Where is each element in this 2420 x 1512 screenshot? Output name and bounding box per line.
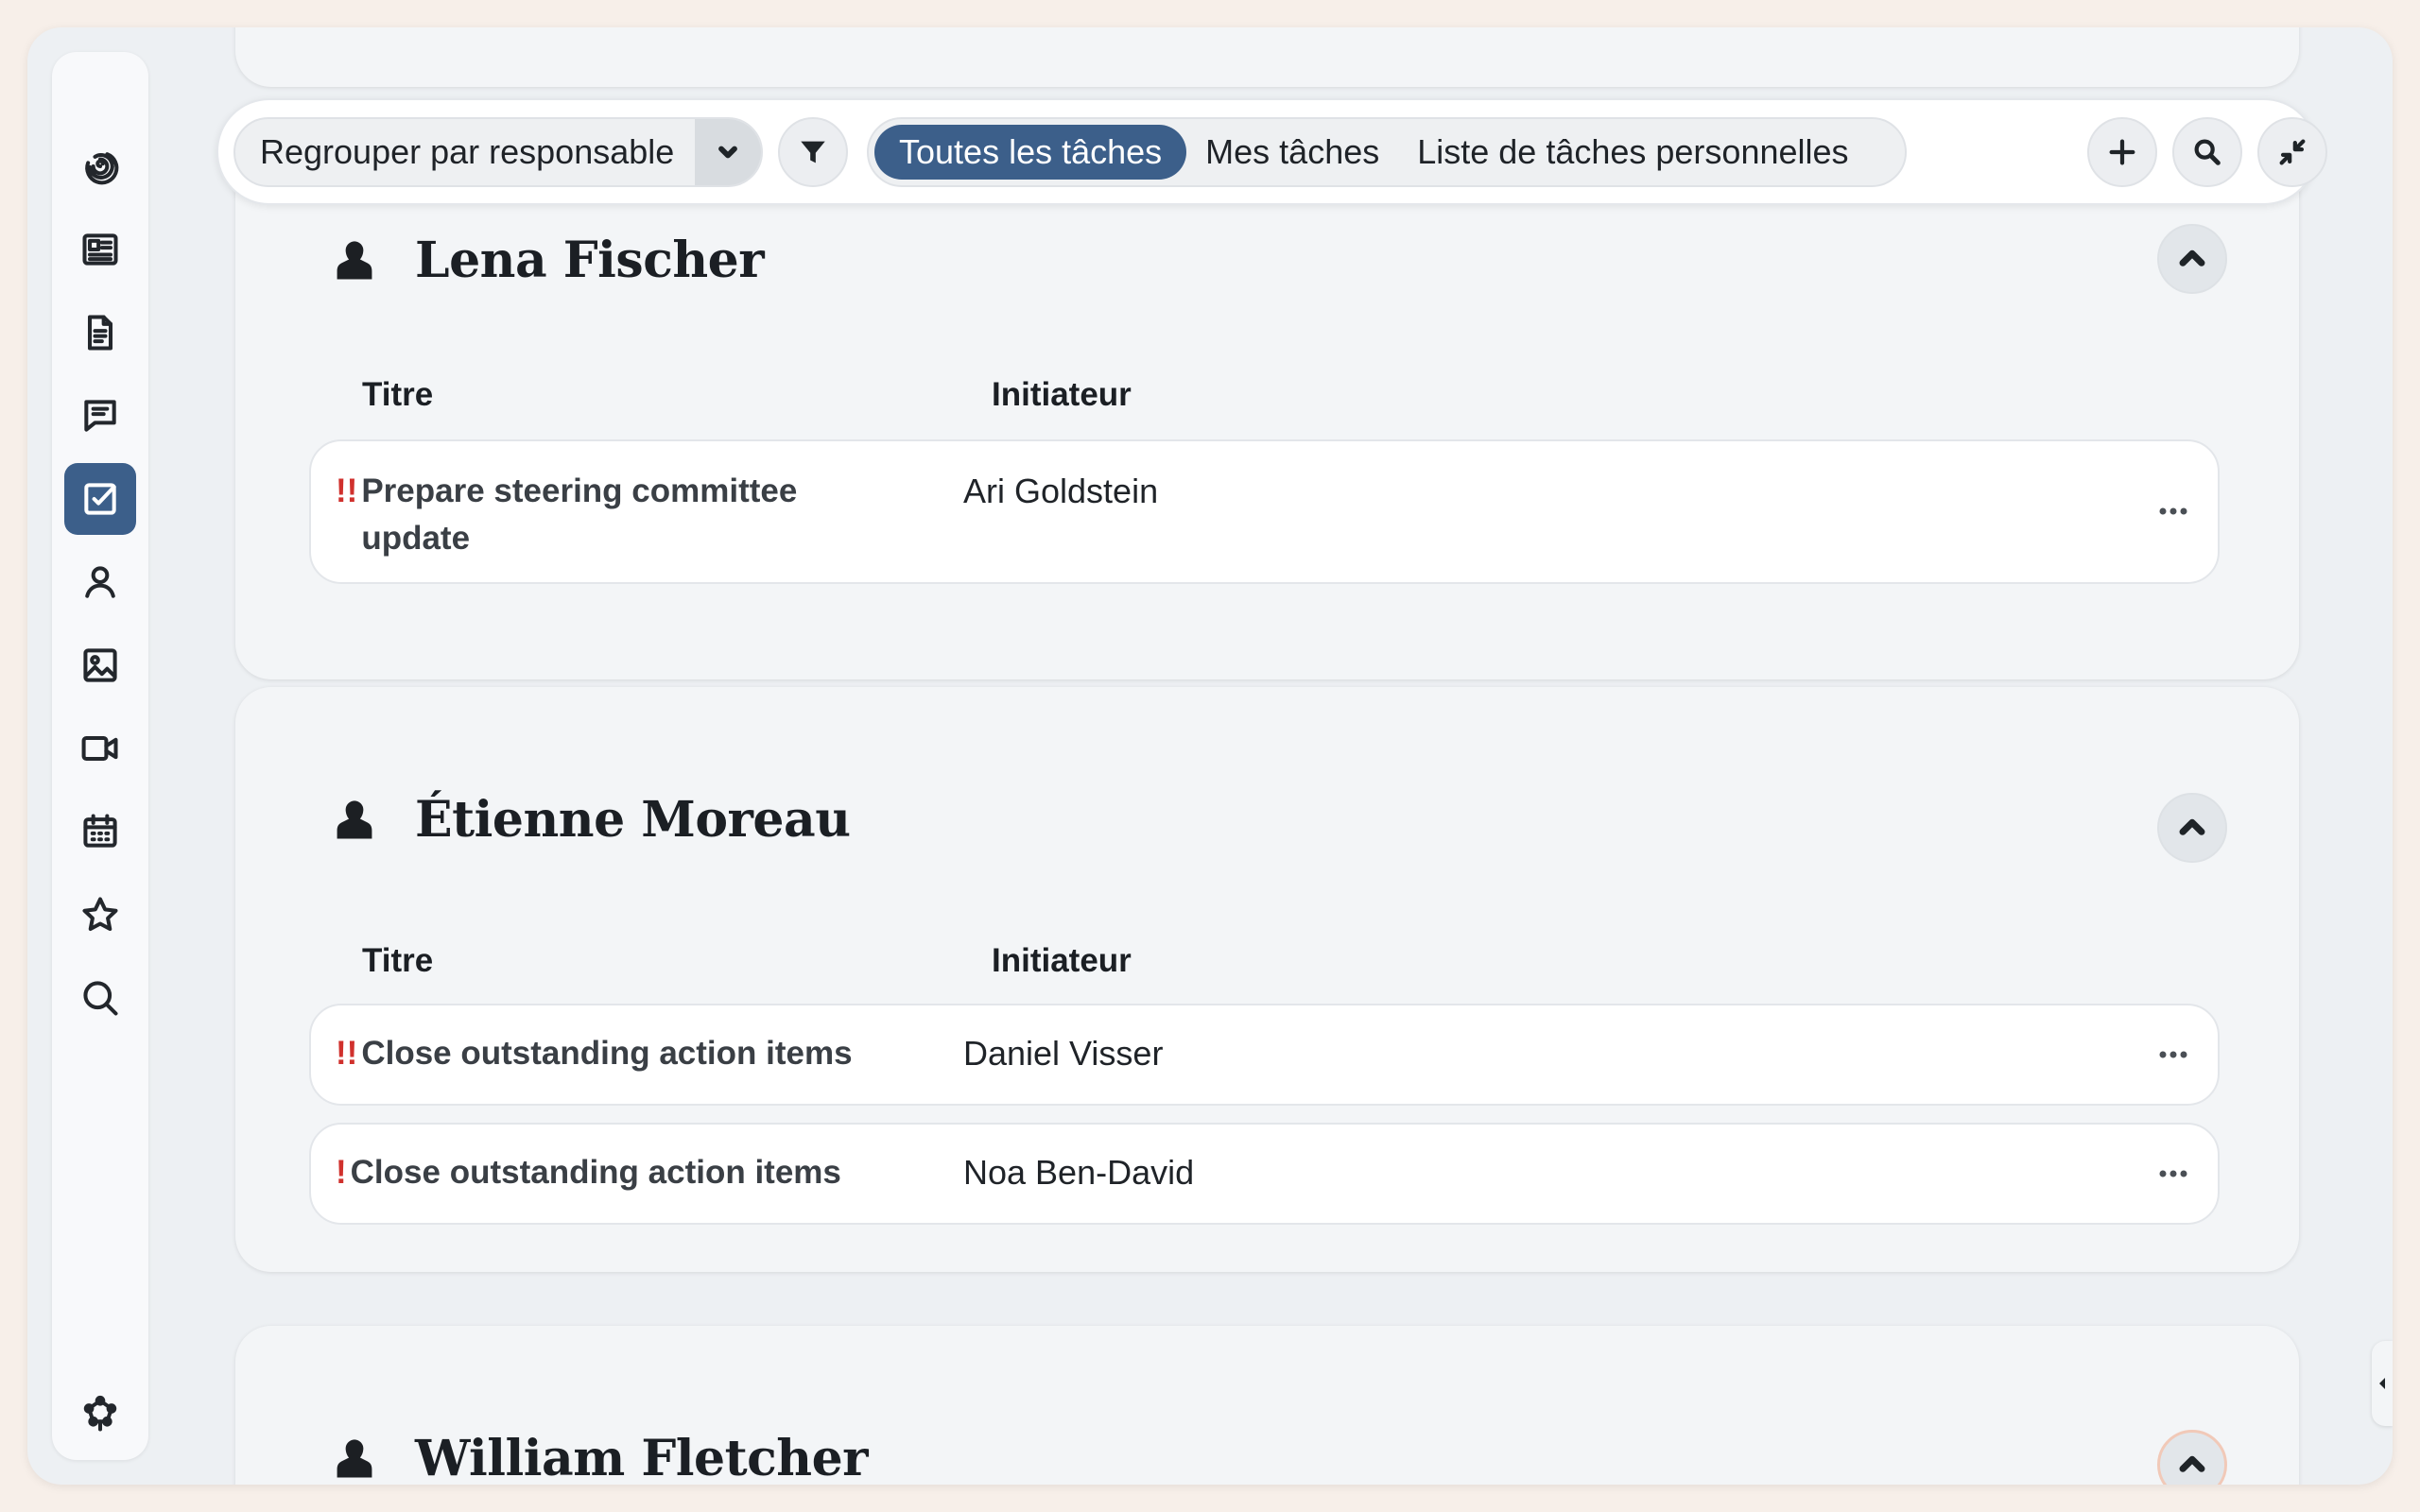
task-row[interactable]: ! Close outstanding action items Noa Ben… [309, 1123, 2220, 1225]
column-header-initiator: Initiateur [992, 376, 1132, 413]
person-icon [330, 796, 379, 845]
priority-marker: !! [336, 1035, 358, 1072]
collapse-group-button[interactable] [2157, 793, 2227, 863]
task-title[interactable]: !! Prepare steering committee update [336, 468, 797, 562]
group-by-select[interactable]: Regrouper par responsable [233, 117, 763, 187]
task-title[interactable]: ! Close outstanding action items [336, 1149, 841, 1196]
chevron-down-icon[interactable] [695, 119, 761, 185]
person-icon [330, 236, 379, 285]
task-title-text: Close outstanding action items [361, 1035, 853, 1072]
column-header-initiator: Initiateur [992, 942, 1132, 979]
previous-group-card [235, 27, 2299, 87]
task-initiator: Noa Ben-David [963, 1153, 1195, 1192]
star-icon[interactable] [64, 879, 136, 951]
compress-arrows-icon [2279, 139, 2306, 165]
app-window: Lena Fischer Titre Initiateur !! Prepare… [27, 27, 2393, 1485]
image-icon[interactable] [64, 629, 136, 701]
priority-marker: ! [336, 1154, 347, 1191]
group-header: William Fletcher [330, 1430, 869, 1485]
tab-personal-task-list[interactable]: Liste de tâches personnelles [1398, 125, 1867, 180]
more-options-icon[interactable] [2152, 1155, 2195, 1193]
user-icon[interactable] [64, 546, 136, 618]
group-card-william-fletcher: William Fletcher [235, 1326, 2299, 1485]
task-title[interactable]: !! Close outstanding action items [336, 1030, 853, 1077]
task-row[interactable]: !! Close outstanding action items Daniel… [309, 1004, 2220, 1106]
tasks-checkbox-icon[interactable] [64, 463, 136, 535]
person-icon [330, 1435, 379, 1484]
search-button[interactable] [2172, 117, 2242, 187]
search-icon [2194, 139, 2221, 165]
swirl-logo-icon[interactable] [64, 130, 136, 202]
newspaper-icon[interactable] [64, 214, 136, 285]
priority-marker: !! [336, 472, 358, 509]
sidebar [52, 52, 148, 1460]
task-toolbar: Regrouper par responsable Toutes les tâc… [216, 98, 2327, 205]
group-name: William Fletcher [415, 1430, 869, 1485]
more-options-icon[interactable] [2152, 492, 2195, 530]
chevron-left-icon [2379, 1378, 2385, 1389]
filter-icon [801, 141, 825, 163]
tab-my-tasks[interactable]: Mes tâches [1186, 125, 1398, 180]
task-scope-tabs: Toutes les tâches Mes tâches Liste de tâ… [867, 117, 1907, 187]
chat-icon[interactable] [64, 380, 136, 452]
more-options-icon[interactable] [2152, 1036, 2195, 1074]
group-name: Lena Fischer [415, 232, 765, 289]
settings-network-icon[interactable] [64, 1378, 136, 1450]
collapse-group-button[interactable] [2157, 224, 2227, 294]
plus-icon [2109, 139, 2135, 165]
calendar-icon[interactable] [64, 796, 136, 868]
filter-button[interactable] [778, 117, 848, 187]
task-title-text: Close outstanding action items [350, 1154, 841, 1191]
column-header-title: Titre [362, 376, 434, 413]
task-initiator: Daniel Visser [963, 1034, 1164, 1073]
task-title-line: update [361, 520, 471, 557]
group-by-label: Regrouper par responsable [260, 132, 675, 171]
side-panel-toggle[interactable] [2372, 1341, 2393, 1426]
video-icon[interactable] [64, 713, 136, 784]
search-icon[interactable] [64, 962, 136, 1034]
group-card-etienne-moreau: Étienne Moreau Titre Initiateur !! Close… [235, 687, 2299, 1272]
column-header-title: Titre [362, 942, 434, 979]
add-task-button[interactable] [2087, 117, 2157, 187]
task-row[interactable]: !! Prepare steering committee update Ari… [309, 439, 2220, 584]
task-initiator: Ari Goldstein [963, 472, 1159, 510]
document-icon[interactable] [64, 297, 136, 369]
collapse-view-button[interactable] [2257, 117, 2327, 187]
tab-all-tasks[interactable]: Toutes les tâches [874, 125, 1187, 180]
group-header: Lena Fischer [330, 232, 765, 289]
group-header: Étienne Moreau [330, 791, 851, 849]
task-title-line: Prepare steering committee [361, 472, 798, 509]
group-name: Étienne Moreau [415, 791, 851, 849]
collapse-group-button[interactable] [2157, 1430, 2227, 1485]
